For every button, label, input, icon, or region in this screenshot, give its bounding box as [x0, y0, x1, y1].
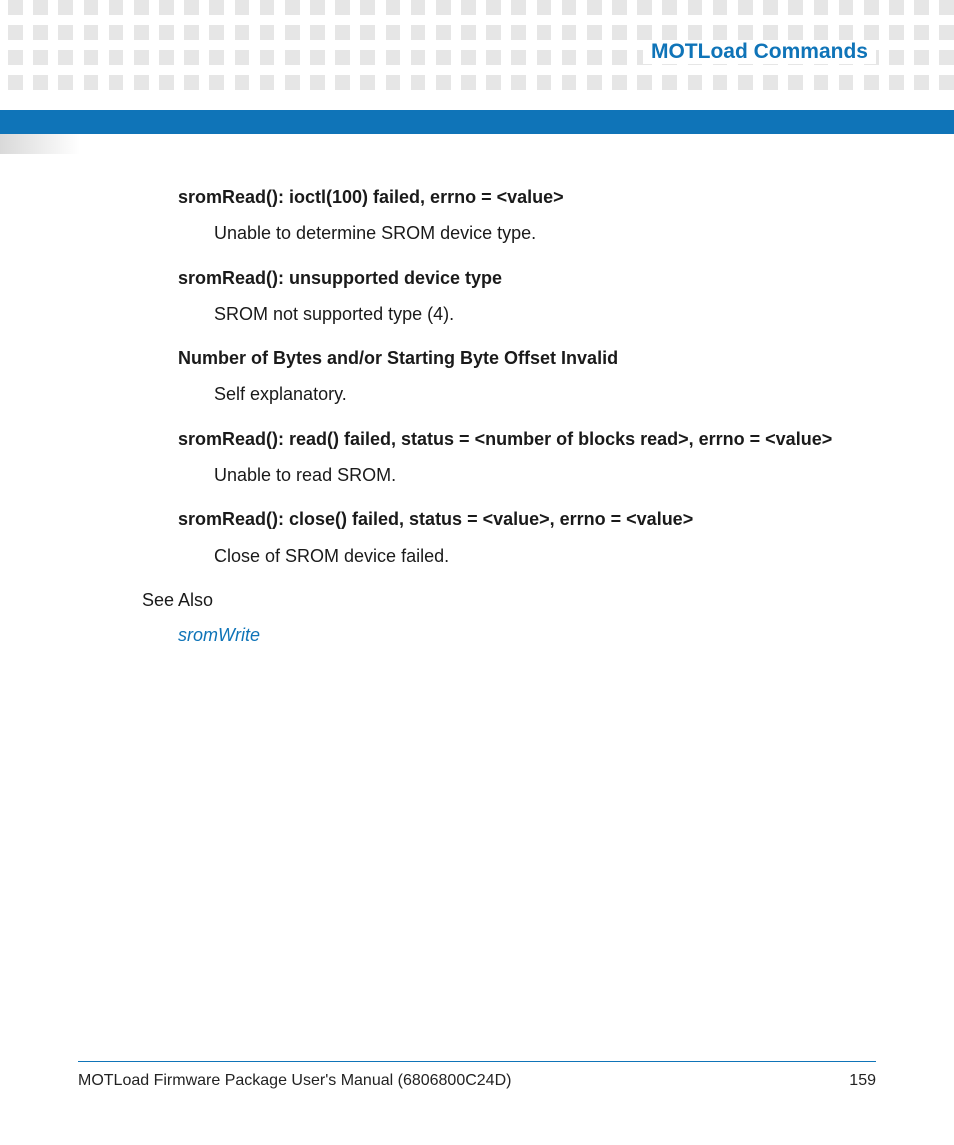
- error-description: Unable to determine SROM device type.: [214, 221, 876, 245]
- page-header-title: MOTLoad Commands: [643, 40, 876, 64]
- error-heading: Number of Bytes and/or Starting Byte Off…: [178, 346, 876, 370]
- error-heading: sromRead(): close() failed, status = <va…: [178, 507, 876, 531]
- error-description: Close of SROM device failed.: [214, 544, 876, 568]
- error-heading: sromRead(): read() failed, status = <num…: [178, 427, 876, 451]
- error-heading: sromRead(): unsupported device type: [178, 266, 876, 290]
- error-heading: sromRead(): ioctl(100) failed, errno = <…: [178, 185, 876, 209]
- see-also-label: See Also: [142, 590, 876, 611]
- page-footer: MOTLoad Firmware Package User's Manual (…: [78, 1061, 876, 1090]
- error-description: Unable to read SROM.: [214, 463, 876, 487]
- error-description: SROM not supported type (4).: [214, 302, 876, 326]
- error-description: Self explanatory.: [214, 382, 876, 406]
- main-content: sromRead(): ioctl(100) failed, errno = <…: [178, 185, 876, 646]
- see-also-link[interactable]: sromWrite: [178, 625, 260, 645]
- header-blue-bar: [0, 110, 954, 134]
- footer-manual-title: MOTLoad Firmware Package User's Manual (…: [78, 1072, 511, 1090]
- header-gray-accent: [0, 134, 80, 154]
- footer-page-number: 159: [849, 1072, 876, 1090]
